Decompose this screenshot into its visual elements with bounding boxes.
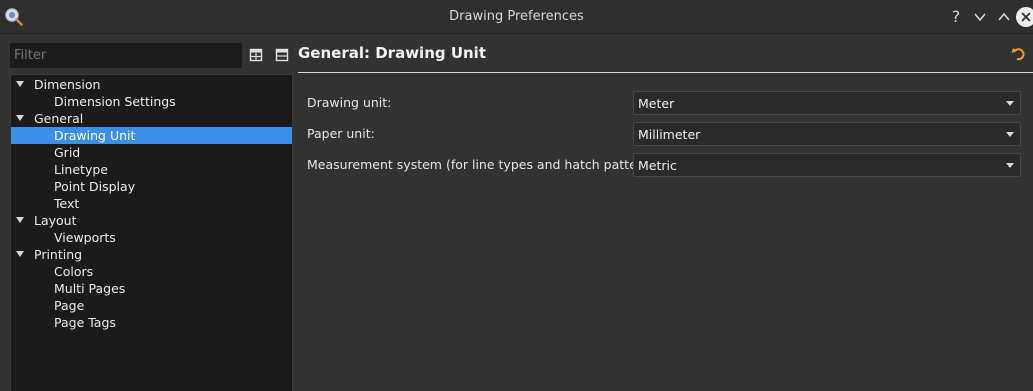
tree-item-label: General bbox=[34, 111, 84, 126]
tree-item-label: Linetype bbox=[54, 162, 108, 177]
tree-item-label: Layout bbox=[34, 213, 77, 228]
combo-value: Millimeter bbox=[638, 127, 701, 142]
tree-item-label: Page Tags bbox=[54, 315, 116, 330]
maximize-button[interactable] bbox=[994, 7, 1014, 27]
measurement-system-combo[interactable]: Metric bbox=[633, 153, 1021, 177]
drawing-unit-combo[interactable]: Meter bbox=[633, 91, 1021, 115]
collapse-all-button[interactable] bbox=[274, 47, 290, 63]
tree-item-dimension-settings[interactable]: Dimension Settings bbox=[11, 93, 292, 110]
minimize-button[interactable] bbox=[970, 7, 990, 27]
combo-value: Metric bbox=[638, 158, 677, 173]
chevron-down-icon bbox=[1006, 101, 1014, 106]
tree-item-label: Multi Pages bbox=[54, 281, 126, 296]
tree-item-linetype[interactable]: Linetype bbox=[11, 161, 292, 178]
chevron-down-icon bbox=[1006, 163, 1014, 168]
paper-unit-combo[interactable]: Millimeter bbox=[633, 122, 1021, 146]
tree-item-label: Point Display bbox=[54, 179, 136, 194]
expand-arrow-icon[interactable] bbox=[16, 251, 24, 257]
preferences-tree[interactable]: Dimension Dimension Settings General Dra… bbox=[10, 74, 293, 391]
tree-item-point-display[interactable]: Point Display bbox=[11, 178, 292, 195]
tree-item-page-tags[interactable]: Page Tags bbox=[11, 314, 292, 331]
filter-input[interactable] bbox=[10, 43, 242, 68]
tree-item-label: Text bbox=[54, 196, 80, 211]
combo-value: Meter bbox=[638, 96, 675, 111]
tree-item-viewports[interactable]: Viewports bbox=[11, 229, 292, 246]
measurement-system-label: Measurement system (for line types and h… bbox=[307, 157, 666, 172]
expand-arrow-icon[interactable] bbox=[16, 81, 24, 87]
tree-item-label: Colors bbox=[54, 264, 94, 279]
header-divider bbox=[298, 72, 1033, 73]
tree-item-label: Grid bbox=[54, 145, 81, 160]
revert-icon bbox=[1011, 48, 1025, 61]
tree-item-multi-pages[interactable]: Multi Pages bbox=[11, 280, 292, 297]
tree-item-text[interactable]: Text bbox=[11, 195, 292, 212]
chevron-down-icon bbox=[1006, 132, 1014, 137]
paper-unit-label: Paper unit: bbox=[307, 126, 375, 141]
expand-all-button[interactable] bbox=[248, 47, 264, 63]
chevron-up-icon bbox=[998, 12, 1010, 21]
chevron-down-icon bbox=[974, 13, 986, 22]
window-title: Drawing Preferences bbox=[449, 9, 584, 24]
tree-item-layout[interactable]: Layout bbox=[11, 212, 292, 229]
tree-item-page[interactable]: Page bbox=[11, 297, 292, 314]
tree-item-label: Dimension Settings bbox=[54, 94, 176, 109]
page-title: General: Drawing Unit bbox=[298, 44, 486, 62]
tree-item-label: Viewports bbox=[54, 230, 116, 245]
tree-item-drawing-unit[interactable]: Drawing Unit bbox=[11, 127, 292, 144]
drawing-unit-label: Drawing unit: bbox=[307, 95, 392, 110]
expand-arrow-icon[interactable] bbox=[16, 217, 24, 223]
tree-item-general[interactable]: General bbox=[11, 110, 292, 127]
tree-item-label: Printing bbox=[34, 247, 83, 262]
tree-item-printing[interactable]: Printing bbox=[11, 246, 292, 263]
title-bar: Drawing Preferences ? bbox=[0, 0, 1033, 34]
close-icon bbox=[1021, 12, 1031, 22]
expand-arrow-icon[interactable] bbox=[16, 115, 24, 121]
tree-item-grid[interactable]: Grid bbox=[11, 144, 292, 161]
tree-item-dimension[interactable]: Dimension bbox=[11, 76, 292, 93]
collapse-all-icon bbox=[275, 48, 289, 62]
help-button[interactable]: ? bbox=[946, 7, 966, 27]
close-button[interactable] bbox=[1016, 7, 1033, 27]
tree-item-label: Drawing Unit bbox=[54, 128, 136, 143]
revert-button[interactable] bbox=[1010, 46, 1026, 62]
tree-item-colors[interactable]: Colors bbox=[11, 263, 292, 280]
tree-item-label: Page bbox=[54, 298, 85, 313]
tree-item-label: Dimension bbox=[34, 77, 101, 92]
expand-all-icon bbox=[249, 48, 263, 62]
